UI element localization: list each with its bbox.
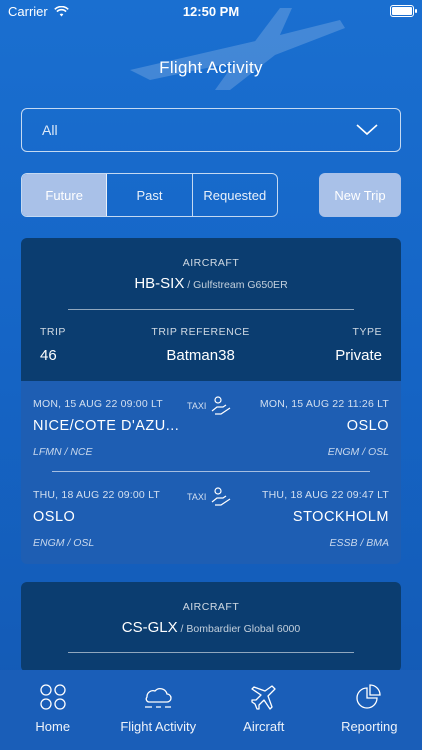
aircraft-type: / Gulfstream G650ER <box>184 279 288 291</box>
aircraft-registration: HB-SIX <box>134 275 185 292</box>
arrival-time: THU, 18 AUG 22 09:47 LT <box>262 489 389 501</box>
trip-number: 46 <box>40 347 57 364</box>
bottom-tab-bar: Home Flight Activity Aircraft Reporting <box>0 670 422 750</box>
background-airplane-illustration <box>130 8 345 90</box>
tab-label: Reporting <box>341 719 398 734</box>
arrival-time: MON, 15 AUG 22 11:26 LT <box>259 398 389 410</box>
leg-divider <box>52 471 370 472</box>
trip-reference-label: TRIP REFERENCE <box>151 326 250 338</box>
page-title: Flight Activity <box>159 58 263 77</box>
aircraft-line: HB-SIX / Gulfstream G650ER <box>21 275 401 293</box>
header-divider <box>68 309 354 310</box>
taxi-label: TAXI <box>187 492 207 502</box>
new-trip-button[interactable]: New Trip <box>319 173 401 217</box>
pie-chart-icon <box>356 684 381 709</box>
aircraft-filter-dropdown[interactable]: All <box>21 108 401 152</box>
trip-type-value: Private <box>335 347 382 364</box>
tab-label: Flight Activity <box>120 719 197 734</box>
taxi-hand-icon <box>211 396 231 415</box>
departure-city: OSLO <box>33 509 76 525</box>
aircraft-line: CS-GLX / Bombardier Global 6000 <box>21 619 401 637</box>
airplane-icon <box>251 685 276 710</box>
arrival-city: STOCKHOLM <box>292 509 389 525</box>
taxi-label: TAXI <box>187 401 207 411</box>
filter-value: All <box>42 122 58 138</box>
trip-card-header: AIRCRAFT CS-GLX / Bombardier Global 6000 <box>21 582 401 672</box>
trip-card[interactable]: AIRCRAFT HB-SIX / Gulfstream G650ER TRIP… <box>21 238 401 564</box>
flight-activity-icon <box>145 688 172 708</box>
trip-period-segmented-control: Future Past Requested <box>21 173 278 217</box>
aircraft-type: / Bombardier Global 6000 <box>177 623 301 635</box>
battery-icon <box>390 5 417 17</box>
departure-city: NICE/COTE D'AZU... <box>33 418 180 434</box>
departure-time: MON, 15 AUG 22 09:00 LT <box>33 398 163 410</box>
taxi-indicator: TAXI <box>187 487 232 507</box>
departure-airport-code: ENGM / OSL <box>33 537 95 549</box>
trip-card[interactable]: AIRCRAFT CS-GLX / Bombardier Global 6000 <box>21 582 401 672</box>
arrival-airport-code: ENGM / OSL <box>327 446 389 458</box>
aircraft-registration: CS-GLX <box>121 619 178 636</box>
trip-number-col: TRIP 46 <box>40 326 66 364</box>
trip-legs: MON, 15 AUG 22 09:00 LT TAXI MON, 15 AUG… <box>21 381 401 564</box>
header-divider <box>68 652 354 653</box>
taxi-hand-icon <box>211 487 231 506</box>
departure-airport-code: LFMN / NCE <box>33 446 93 458</box>
segment-future[interactable]: Future <box>22 174 108 216</box>
trip-type-col: TYPE Private <box>335 326 382 364</box>
arrival-airport-code: ESSB / BMA <box>329 537 389 549</box>
aircraft-label: AIRCRAFT <box>182 257 240 269</box>
aircraft-label: AIRCRAFT <box>182 601 240 613</box>
taxi-indicator: TAXI <box>187 396 232 416</box>
tab-label: Aircraft <box>243 719 285 734</box>
home-grid-icon <box>40 684 66 710</box>
tab-home[interactable]: Home <box>0 670 106 750</box>
flight-leg[interactable]: MON, 15 AUG 22 09:00 LT TAXI MON, 15 AUG… <box>33 396 389 478</box>
arrival-city: OSLO <box>346 418 389 434</box>
trip-card-header: AIRCRAFT HB-SIX / Gulfstream G650ER TRIP… <box>21 238 401 381</box>
chevron-down-icon <box>356 124 378 136</box>
trip-type-label: TYPE <box>352 326 382 338</box>
trip-reference-col: TRIP REFERENCE Batman38 <box>151 326 249 364</box>
trip-reference-value: Batman38 <box>166 347 235 364</box>
tab-reporting[interactable]: Reporting <box>317 670 422 750</box>
segment-past[interactable]: Past <box>107 174 193 216</box>
tab-flight-activity[interactable]: Flight Activity <box>106 670 212 750</box>
tab-label: Home <box>35 719 71 734</box>
flight-leg[interactable]: THU, 18 AUG 22 09:00 LT TAXI THU, 18 AUG… <box>33 487 389 564</box>
trip-label: TRIP <box>40 326 66 338</box>
trip-info-row: TRIP 46 TRIP REFERENCE Batman38 TYPE Pri… <box>40 326 382 364</box>
segment-requested[interactable]: Requested <box>193 174 277 216</box>
departure-time: THU, 18 AUG 22 09:00 LT <box>33 489 160 501</box>
tab-aircraft[interactable]: Aircraft <box>211 670 317 750</box>
